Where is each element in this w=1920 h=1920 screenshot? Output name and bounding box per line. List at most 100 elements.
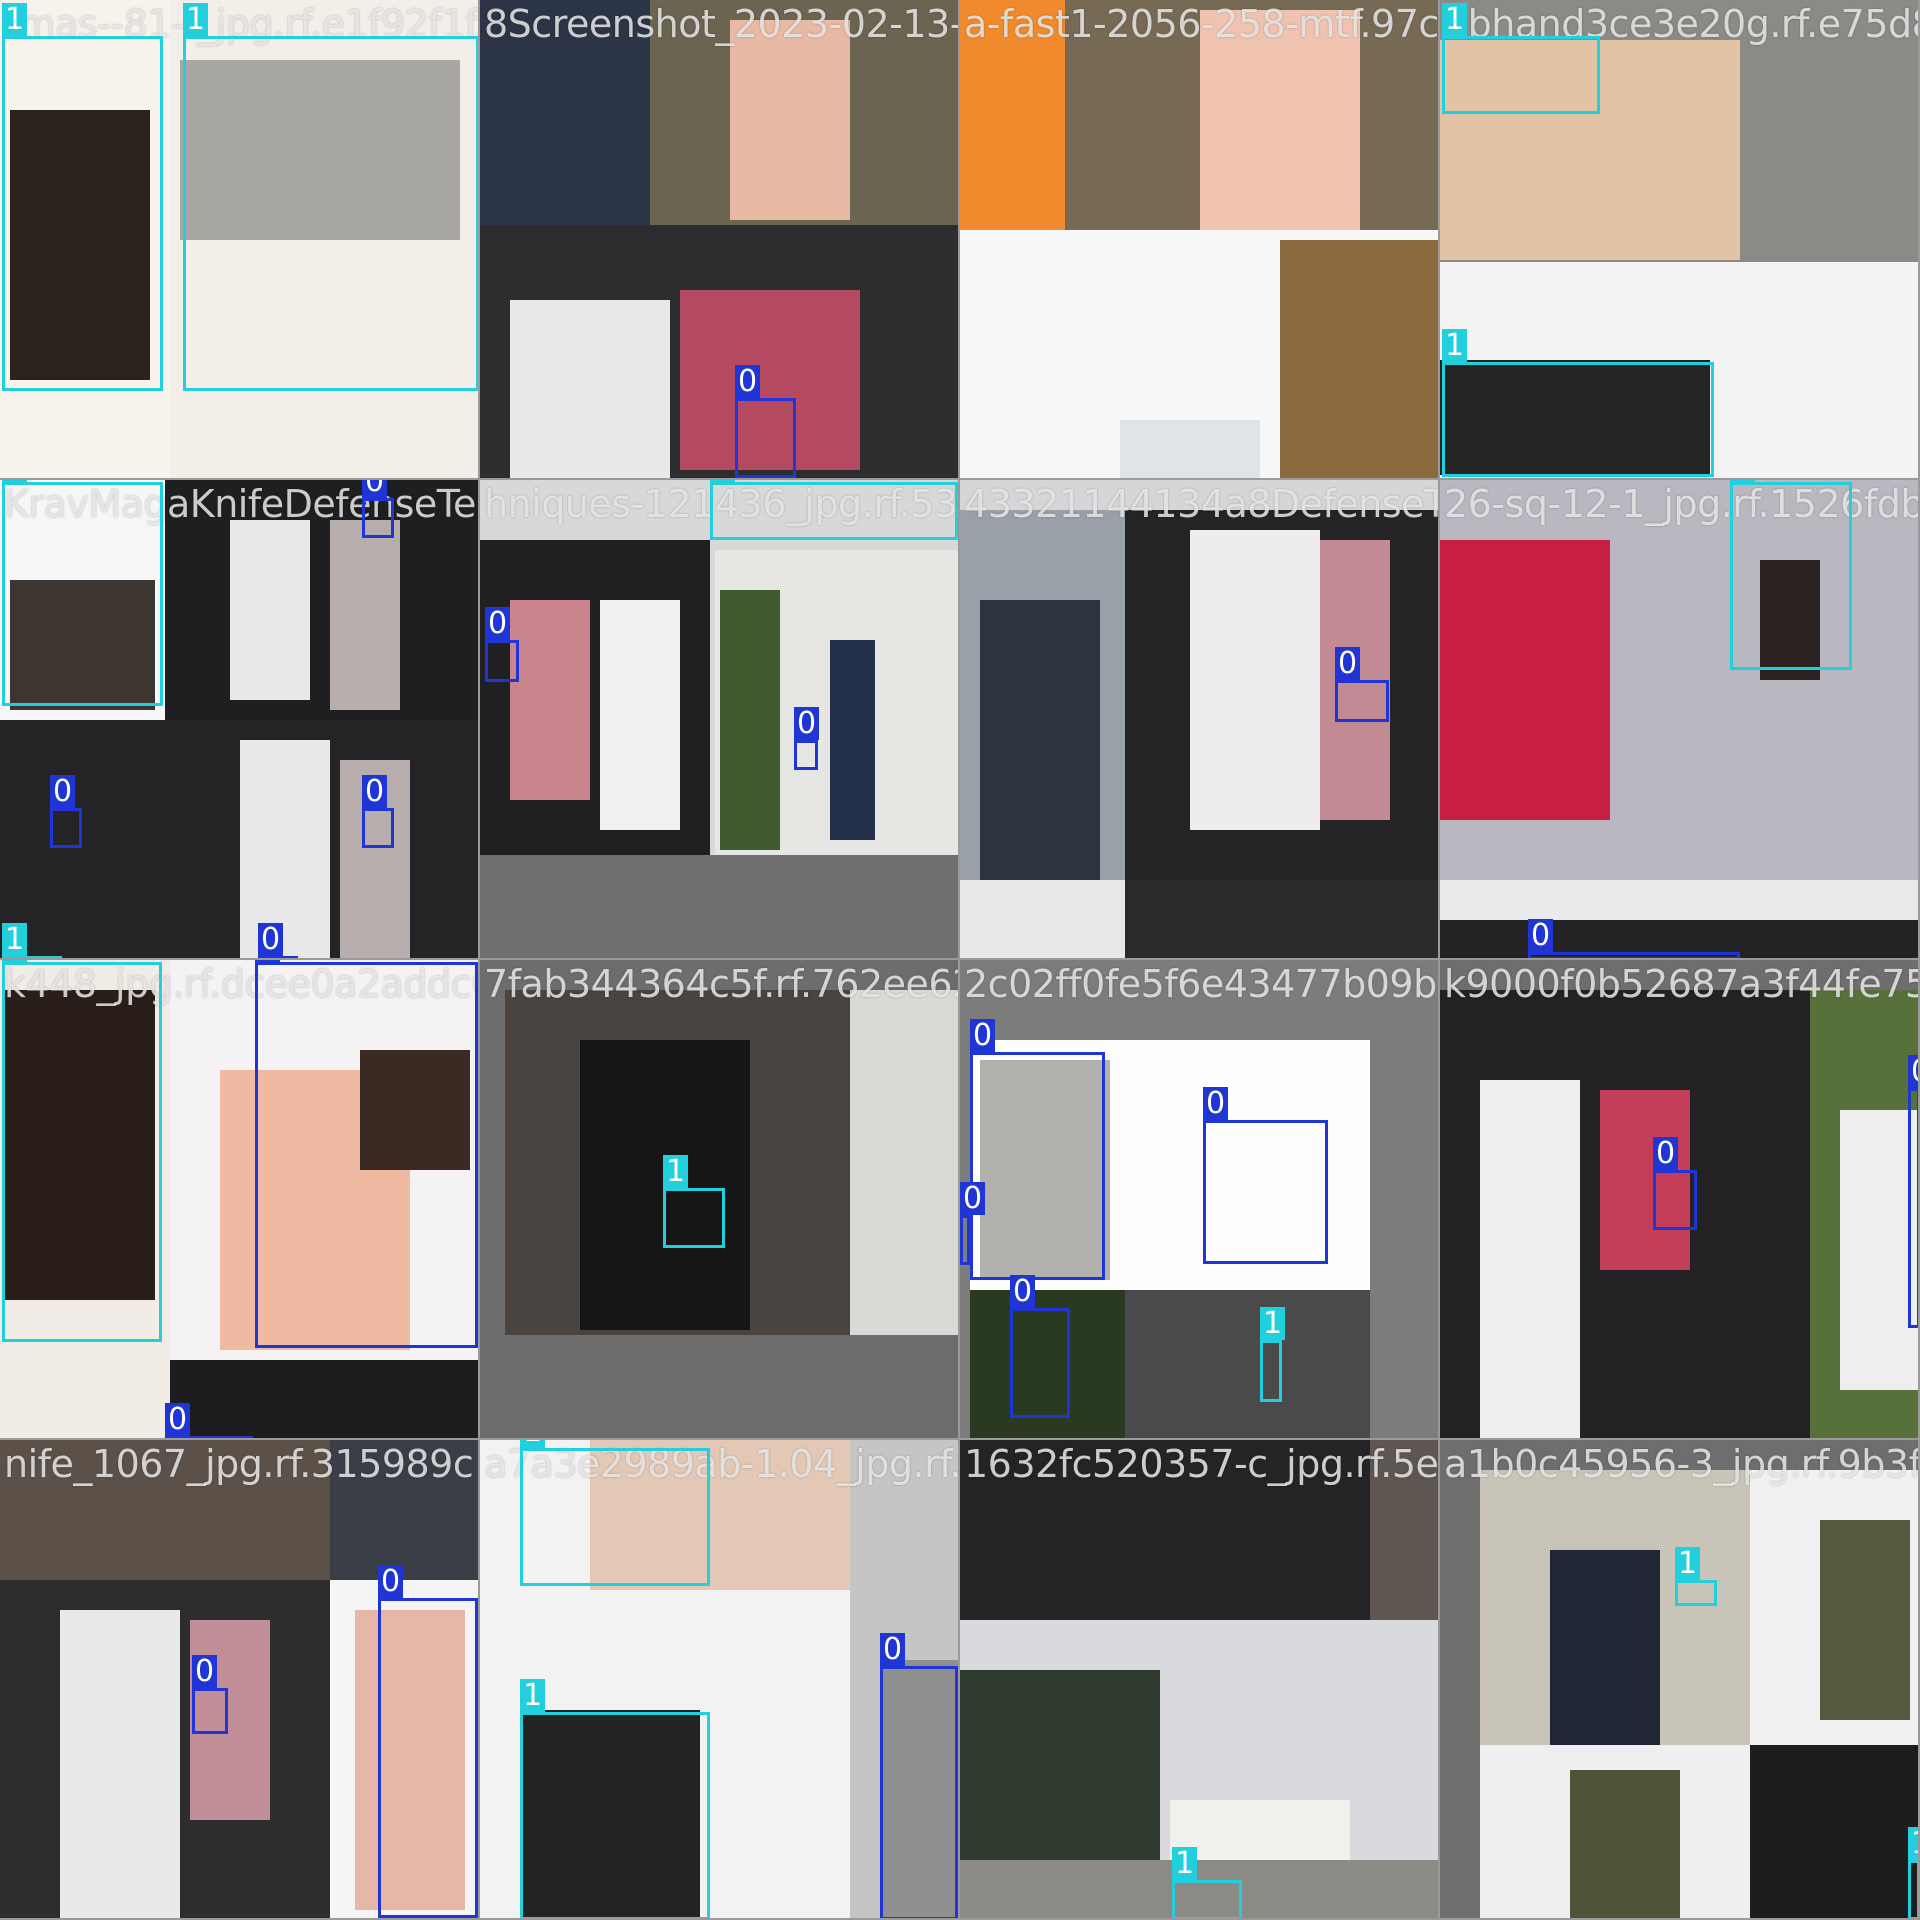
mosaic-tile: 8Screenshot_2023-02-13-02-58-11-53_jpg.r… xyxy=(480,0,960,480)
bounding-box-class-1: 1 xyxy=(663,1155,725,1248)
mosaic-tile: a1b0c45956-3_jpg.rf.9b3ff7a 1 1 xyxy=(1440,1440,1920,1920)
bounding-box-class-1: 1 xyxy=(2,480,163,706)
photo-region xyxy=(1550,1550,1660,1745)
class-label: 0 xyxy=(1528,919,1554,952)
bounding-box-class-0: 0 xyxy=(960,1182,986,1265)
bounding-box-class-0: 0 xyxy=(362,775,394,848)
bounding-box-class-1: 1 xyxy=(1172,1847,1242,1918)
photo-region xyxy=(480,855,958,958)
bounding-box-class-1: 1 xyxy=(1260,1307,1286,1402)
class-label: 0 xyxy=(1908,1055,1918,1088)
mosaic-tile: a7a3e2989ab-1.04_jpg.rf.06aa31a110 xyxy=(480,1440,960,1920)
bounding-box-class-1: 1 xyxy=(2,960,162,1342)
class-label: 0 xyxy=(960,1182,986,1215)
bounding-box-class-0: 0 xyxy=(378,1565,478,1918)
bounding-box-class-0: 0 xyxy=(735,365,796,478)
class-label: 1 xyxy=(2,923,28,956)
photo-region xyxy=(240,740,330,958)
photo-region xyxy=(960,880,1125,958)
class-label: 1 xyxy=(520,1440,546,1448)
mosaic-tile: 1632fc520357-c_jpg.rf.5efc3d3a 1 xyxy=(960,1440,1440,1920)
photo-region xyxy=(1280,240,1438,478)
bounding-box-class-1: 1 xyxy=(520,1440,710,1586)
mosaic-tile: 1bhand3ce3e20g.rf.e75d81f 1 1 xyxy=(1440,0,1920,480)
bounding-box-class-1: 1 xyxy=(183,3,478,391)
bounding-box-class-1: 1 xyxy=(1908,1827,1918,1918)
class-label: 1 xyxy=(1908,1827,1918,1860)
class-label: 1 xyxy=(520,1679,546,1712)
photo-region xyxy=(1440,540,1610,820)
photo-region xyxy=(1480,1080,1580,1438)
class-label: 0 xyxy=(362,480,388,498)
bounding-box-class-0: 0 xyxy=(1653,1137,1697,1230)
mosaic-grid: rmas--81--_jpg.rf.e1f92f1f1886ee4967c43_… xyxy=(0,0,1920,1920)
tile-filename-caption: a-fast1-2056-258-mtf.97cd210 xyxy=(964,2,1439,46)
bounding-box-class-0: 0 xyxy=(1528,919,1740,958)
photo-region xyxy=(1820,1520,1910,1720)
photo-region xyxy=(1750,1745,1918,1918)
tile-filename-caption: 2c02ff0fe5f6e43477b09b794 xyxy=(964,962,1438,1006)
mosaic-tile: hniques-121436_jpg.rf.5390ee100 xyxy=(480,480,960,960)
class-label: 1 xyxy=(1730,480,1756,482)
bounding-box-class-0: 0 xyxy=(1908,1055,1918,1328)
bounding-box-class-0: 0 xyxy=(362,480,394,538)
class-label: 1 xyxy=(1260,1307,1286,1340)
tile-filename-caption: 1632fc520357-c_jpg.rf.5efc3d3a xyxy=(964,1442,1439,1486)
photo-region xyxy=(170,1360,478,1438)
class-label: 1 xyxy=(1442,3,1468,36)
bounding-box-class-0: 0 xyxy=(1335,647,1389,722)
bounding-box-class-0: 0 xyxy=(50,775,82,848)
mosaic-tile: rmas--81--_jpg.rf.e1f92f1f1886ee4967c43_… xyxy=(0,0,480,480)
photo-region xyxy=(1120,420,1260,478)
photo-region xyxy=(980,600,1100,880)
class-label: 0 xyxy=(1335,647,1361,680)
tile-filename-caption: 7fab344364c5f.rf.762ee62d xyxy=(484,962,960,1006)
mosaic-tile: a-fast1-2056-258-mtf.97cd210 xyxy=(960,0,1440,480)
bounding-box-class-0: 0 xyxy=(255,960,478,1348)
class-label: 0 xyxy=(192,1655,218,1688)
photo-region xyxy=(730,20,850,220)
photo-region xyxy=(230,520,310,700)
tile-filename-caption: 43321144134a8DefenseTechniques-08 xyxy=(964,482,1440,526)
tile-filename-caption: nife_1067_jpg.rf.315989c xyxy=(4,1442,474,1486)
photo-region xyxy=(1440,880,1918,920)
photo-region xyxy=(600,600,680,830)
class-label: 0 xyxy=(258,923,284,956)
class-label: 0 xyxy=(485,607,511,640)
tile-filename-caption: a1b0c45956-3_jpg.rf.9b3ff7a xyxy=(1444,1442,1918,1486)
bounding-box-class-0: 0 xyxy=(1010,1275,1070,1418)
class-label: 0 xyxy=(255,960,281,962)
mosaic-tile: 7fab344364c5f.rf.762ee62d 1 xyxy=(480,960,960,1440)
class-label: 1 xyxy=(663,1155,689,1188)
photo-region xyxy=(1570,1770,1680,1918)
class-label: 0 xyxy=(794,707,820,740)
photo-region xyxy=(0,420,170,478)
photo-region xyxy=(1190,530,1320,830)
photo-region xyxy=(510,300,670,478)
mosaic-tile: 26-sq-12-1_jpg.rf.1526fdb810 xyxy=(1440,480,1920,960)
mosaic-tile: 2c02ff0fe5f6e43477b09b794 0 0 0 0 1 xyxy=(960,960,1440,1440)
class-label: 1 xyxy=(1675,1547,1701,1580)
photo-region xyxy=(830,640,875,840)
photo-region xyxy=(330,520,400,710)
class-label: 1 xyxy=(710,480,736,482)
class-label: 0 xyxy=(378,1565,404,1598)
class-label: 0 xyxy=(1203,1087,1229,1120)
class-label: 0 xyxy=(1653,1137,1679,1170)
photo-region xyxy=(1125,880,1438,958)
bounding-box-class-0: 0 xyxy=(970,1019,1105,1280)
class-label: 1 xyxy=(2,480,28,482)
bounding-box-class-1: 1 xyxy=(1730,480,1852,670)
bounding-box-class-0: 0 xyxy=(794,707,820,770)
mosaic-tile: 43321144134a8DefenseTechniques-08 0 xyxy=(960,480,1440,960)
photo-region xyxy=(1125,1290,1370,1438)
bounding-box-class-0: 0 xyxy=(192,1655,228,1734)
mosaic-tile: nife_1067_jpg.rf.315989c 0 0 xyxy=(0,1440,480,1920)
class-label: 0 xyxy=(970,1019,996,1052)
photo-region xyxy=(720,590,780,850)
photo-region xyxy=(960,1670,1160,1870)
class-label: 1 xyxy=(1172,1847,1198,1880)
bounding-box-class-1: 1 xyxy=(1442,329,1714,477)
class-label: 1 xyxy=(2,3,28,36)
bounding-box-class-0: 0 xyxy=(880,1633,958,1918)
